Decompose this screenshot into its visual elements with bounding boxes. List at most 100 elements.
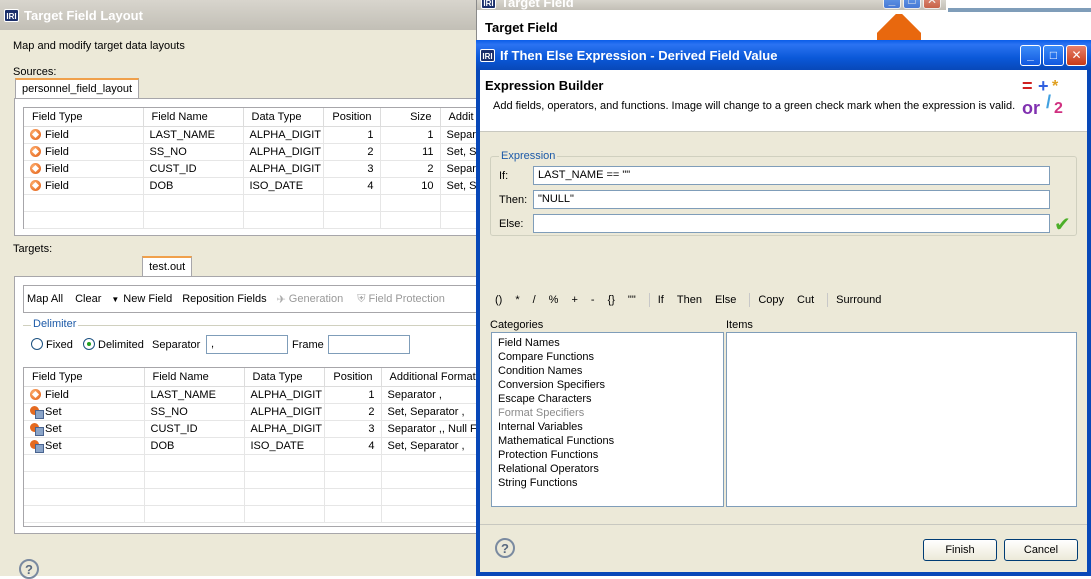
operator-button[interactable]: () <box>495 294 502 306</box>
empty-cell <box>381 488 483 506</box>
close-button[interactable]: ✕ <box>1066 44 1087 66</box>
field-protection-button[interactable]: Field Protection <box>368 293 444 305</box>
separator-input[interactable]: , <box>206 335 288 354</box>
empty-cell <box>380 194 441 212</box>
category-item[interactable]: Field Names <box>498 336 717 350</box>
category-item[interactable]: Relational Operators <box>498 462 717 476</box>
then-input[interactable]: "NULL" <box>533 190 1050 209</box>
targets-column-header[interactable]: Data Type <box>244 368 325 387</box>
sources-panel: Field Type Field Name Data Type Position Siz… <box>14 98 483 236</box>
table-row[interactable]: Field DOB ISO_DATE 4 10 Set, S <box>24 177 483 195</box>
category-item[interactable]: Internal Variables <box>498 420 717 434</box>
dropdown-arrow-icon[interactable]: ▼ <box>111 295 119 304</box>
operator-button[interactable]: / <box>533 294 536 306</box>
field-name-cell: LAST_NAME <box>144 386 245 404</box>
table-row[interactable]: Field SS_NO ALPHA_DIGIT 2 11 Set, S <box>24 143 483 161</box>
sources-column-header[interactable]: Data Type <box>243 108 324 127</box>
data-type-cell: ALPHA_DIGIT <box>244 386 325 404</box>
table-row[interactable]: Set DOB ISO_DATE 4 Set, Separator , <box>24 437 483 455</box>
target-field-heading: Target Field <box>485 20 558 35</box>
minimize-button[interactable]: _ <box>1020 44 1041 66</box>
sources-table-container: Field Type Field Name Data Type Position Siz… <box>23 107 483 229</box>
finish-button[interactable]: Finish <box>923 539 997 561</box>
operator-button[interactable]: % <box>549 294 559 306</box>
clear-button[interactable]: Clear <box>75 293 101 305</box>
expression-group: Expression If: LAST_NAME == "" Then: "NU… <box>490 150 1077 236</box>
expression-dialog: IRI If Then Else Expression - Derived Fi… <box>476 40 1091 576</box>
table-row[interactable]: Field CUST_ID ALPHA_DIGIT 3 2 Separ <box>24 160 483 178</box>
help-icon[interactable]: ? <box>19 559 39 579</box>
field-type-text: Field <box>45 388 69 401</box>
sources-column-header[interactable]: Position <box>323 108 381 127</box>
keyword-button-if[interactable]: If <box>658 294 664 306</box>
category-item[interactable]: Protection Functions <box>498 448 717 462</box>
position-cell: 3 <box>323 160 381 178</box>
iri-logo-icon: IRI <box>481 0 496 9</box>
position-cell: 2 <box>323 143 381 161</box>
category-item[interactable]: Conversion Specifiers <box>498 378 717 392</box>
dialog-titlebar[interactable]: IRI If Then Else Expression - Derived Fi… <box>476 40 1091 70</box>
operator-button[interactable]: {} <box>608 294 615 306</box>
frame-input[interactable] <box>328 335 410 354</box>
categories-list[interactable]: Field Names Compare Functions Condition Na… <box>491 332 724 507</box>
tab-sources-personnel[interactable]: personnel_field_layout <box>15 78 140 98</box>
table-row[interactable]: Field LAST_NAME ALPHA_DIGIT 1 Separator , <box>24 386 483 404</box>
targets-column-header[interactable]: Field Name <box>144 368 245 387</box>
size-cell: 2 <box>380 160 441 178</box>
reposition-fields-button[interactable]: Reposition Fields <box>182 293 266 305</box>
maximize-button[interactable]: □ <box>1043 44 1064 66</box>
operator-button[interactable]: + <box>571 294 577 306</box>
if-input[interactable]: LAST_NAME == "" <box>533 166 1050 185</box>
targets-column-header[interactable]: Field Type <box>24 368 145 387</box>
table-row[interactable]: Set SS_NO ALPHA_DIGIT 2 Set, Separator , <box>24 403 483 421</box>
surround-button[interactable]: Surround <box>836 294 881 306</box>
targets-column-header[interactable]: Position <box>324 368 382 387</box>
targets-column-header[interactable]: Additional Format <box>381 368 483 387</box>
operator-button[interactable]: "" <box>628 294 636 306</box>
dialog-window-buttons: _ □ ✕ <box>1018 44 1087 66</box>
category-item[interactable]: Condition Names <box>498 364 717 378</box>
empty-cell <box>244 505 325 523</box>
sources-column-header[interactable]: Field Name <box>143 108 244 127</box>
map-all-button[interactable]: Map All <box>27 293 63 305</box>
tab-targets-test-out[interactable]: test.out <box>142 256 193 276</box>
else-input[interactable] <box>533 214 1050 233</box>
close-button[interactable]: ✕ <box>923 0 941 9</box>
cut-button[interactable]: Cut <box>797 294 814 306</box>
operator-button[interactable]: * <box>515 294 519 306</box>
delimited-radio[interactable]: Delimited <box>83 338 144 351</box>
field-name-cell: CUST_ID <box>143 160 244 178</box>
category-item[interactable]: String Functions <box>498 476 717 490</box>
field-name-cell: CUST_ID <box>144 420 245 438</box>
help-icon[interactable]: ? <box>495 538 515 558</box>
operator-button[interactable]: - <box>591 294 595 306</box>
table-row[interactable]: Field LAST_NAME ALPHA_DIGIT 1 1 Separ <box>24 126 483 144</box>
empty-cell <box>243 211 324 229</box>
copy-button[interactable]: Copy <box>758 294 784 306</box>
target-field-titlebar[interactable]: IRI Target Field _ □ ✕ <box>477 0 947 10</box>
sources-table: Field Type Field Name Data Type Position Siz… <box>24 108 483 229</box>
category-item[interactable]: Escape Characters <box>498 392 717 406</box>
categories-label: Categories <box>490 319 544 331</box>
empty-cell <box>24 505 145 523</box>
back-window-titlebar[interactable]: IRI Target Field Layout <box>0 0 480 30</box>
sources-column-header[interactable]: Field Type <box>24 108 144 127</box>
new-field-button[interactable]: New Field <box>123 293 172 305</box>
minimize-button[interactable]: _ <box>883 0 901 9</box>
items-list[interactable] <box>726 332 1077 507</box>
category-item[interactable]: Mathematical Functions <box>498 434 717 448</box>
generation-button[interactable]: Generation <box>289 293 343 305</box>
targets-table-container: Field Type Field Name Data Type Position Add… <box>23 367 483 527</box>
cancel-button[interactable]: Cancel <box>1004 539 1078 561</box>
maximize-button[interactable]: □ <box>903 0 921 9</box>
category-item[interactable]: Format Specifiers <box>498 406 717 420</box>
category-item[interactable]: Compare Functions <box>498 350 717 364</box>
sources-column-header[interactable]: Size <box>380 108 441 127</box>
empty-cell <box>143 194 244 212</box>
keyword-button-then[interactable]: Then <box>677 294 702 306</box>
table-row[interactable]: Set CUST_ID ALPHA_DIGIT 3 Separator ,, Null … <box>24 420 483 438</box>
fixed-radio[interactable]: Fixed <box>31 338 73 351</box>
keyword-button-else[interactable]: Else <box>715 294 736 306</box>
toolbar-separator <box>749 293 751 307</box>
additional-format-cell: Set, Separator , <box>381 403 483 421</box>
